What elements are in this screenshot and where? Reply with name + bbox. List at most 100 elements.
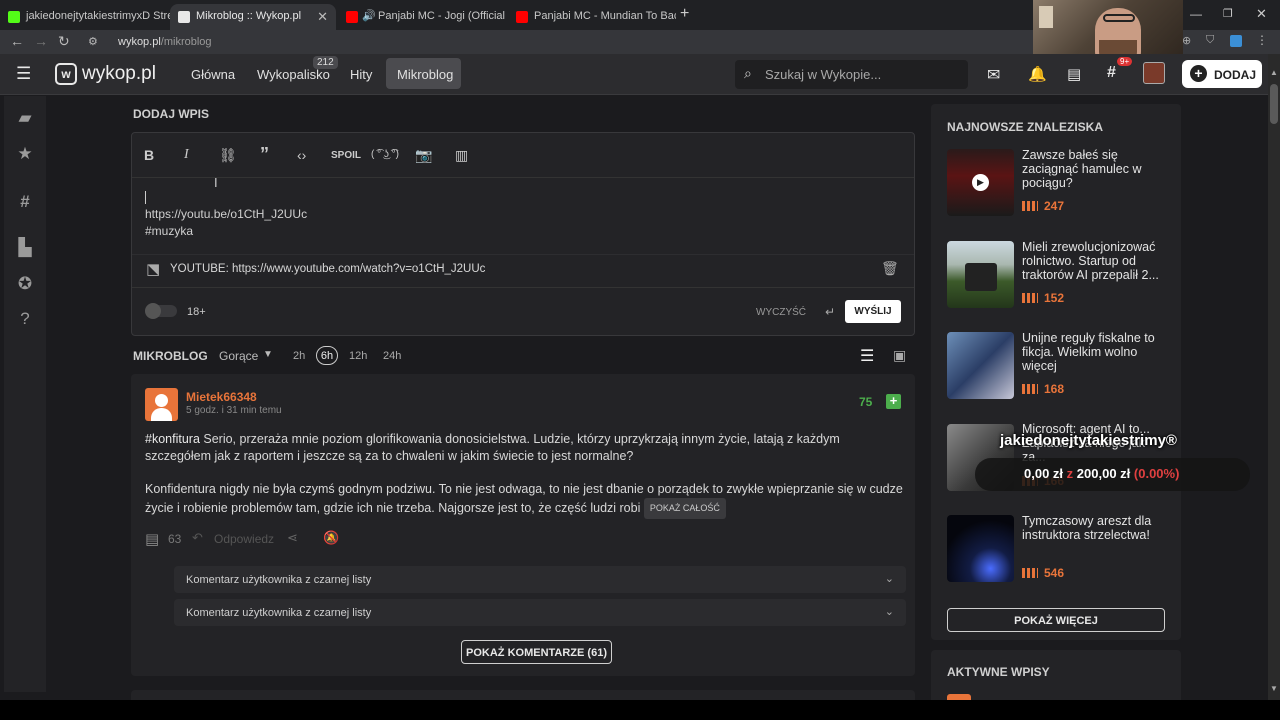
editor-line-tag[interactable]: #muzyka bbox=[145, 224, 193, 238]
newest-links-title: NAJNOWSZE ZNALEZISKA bbox=[947, 120, 1103, 134]
nav-wykopalisko[interactable]: Wykopalisko bbox=[257, 67, 330, 82]
shield-icon[interactable]: ⛉ bbox=[1206, 34, 1214, 47]
trash-icon[interactable]: 🗑 bbox=[881, 260, 899, 277]
chevron-down-icon[interactable]: ▼ bbox=[263, 349, 273, 360]
camera-icon[interactable]: 📷 bbox=[415, 147, 432, 164]
range-2h[interactable]: 2h bbox=[293, 350, 305, 362]
youtube-embed-link[interactable]: YOUTUBE: https://www.youtube.com/watch?v… bbox=[170, 263, 485, 275]
badge-icon[interactable]: ✪ bbox=[4, 274, 46, 294]
show-more-links-button[interactable]: POKAŻ WIĘCEJ bbox=[947, 608, 1165, 632]
share-icon[interactable]: ⋖ bbox=[287, 530, 298, 546]
hashtag-icon[interactable]: # bbox=[4, 192, 46, 212]
clear-button[interactable]: WYCZYŚĆ bbox=[756, 307, 806, 318]
reply-button[interactable]: Odpowiedz bbox=[214, 532, 274, 546]
notification-badge: 9+ bbox=[1117, 57, 1133, 66]
avatar[interactable] bbox=[145, 388, 178, 421]
range-6h-active[interactable]: 6h bbox=[316, 346, 338, 365]
link-title[interactable]: Mieli zrewolucjonizować rolnictwo. Start… bbox=[1022, 240, 1167, 282]
ranking-icon[interactable]: ▙ bbox=[4, 238, 46, 258]
reload-icon[interactable]: ↻ bbox=[58, 33, 70, 50]
bold-button[interactable]: B bbox=[144, 147, 154, 163]
left-rail: ▰ ★ # ▙ ✪ ? bbox=[4, 96, 46, 692]
site-settings-icon[interactable]: ⚙ bbox=[88, 35, 98, 48]
spoiler-button[interactable]: SPOIL bbox=[331, 150, 361, 161]
new-tab-icon[interactable]: + bbox=[680, 5, 689, 23]
close-tab-icon[interactable]: ✕ bbox=[317, 9, 328, 25]
search-input[interactable]: ⌕ Szukaj w Wykopie... bbox=[735, 60, 968, 89]
plus-vote-button[interactable]: + bbox=[886, 394, 901, 409]
forward-icon[interactable]: → bbox=[34, 33, 48, 49]
chevron-down-icon[interactable]: ⌄ bbox=[885, 605, 894, 618]
sort-dropdown[interactable]: Gorące bbox=[219, 349, 258, 363]
editor-line-url[interactable]: https://youtu.be/o1CtH_J2UUc bbox=[145, 207, 307, 221]
scroll-down-icon[interactable]: ▼ bbox=[1270, 684, 1278, 693]
code-icon[interactable]: ‹› bbox=[297, 147, 306, 163]
hamburger-menu-icon[interactable]: ☰ bbox=[16, 64, 31, 84]
i-beam-cursor-icon: I bbox=[214, 175, 218, 190]
range-12h[interactable]: 12h bbox=[349, 350, 367, 362]
chart-icon[interactable]: ▥ bbox=[455, 147, 468, 164]
link-title[interactable]: Tymczasowy areszt dla instruktora strzel… bbox=[1022, 514, 1167, 542]
address-bar[interactable]: ⚙ wykop.pl/mikroblog bbox=[84, 32, 1034, 52]
chevron-down-icon[interactable]: ⌄ bbox=[885, 572, 894, 585]
nav-mikroblog[interactable]: Mikroblog bbox=[397, 67, 453, 82]
send-button[interactable]: WYŚLIJ bbox=[845, 300, 901, 323]
close-window-icon[interactable]: ✕ bbox=[1256, 6, 1267, 22]
comments-count: 63 bbox=[168, 532, 182, 546]
link-thumbnail[interactable] bbox=[947, 515, 1014, 582]
bell-icon[interactable]: 🔔 bbox=[1028, 65, 1047, 83]
show-comments-button[interactable]: POKAŻ KOMENTARZE (61) bbox=[461, 640, 612, 664]
quote-icon[interactable]: ” bbox=[260, 144, 269, 165]
list-view-icon[interactable]: ☰ bbox=[860, 346, 874, 366]
add-button[interactable]: + DODAJ bbox=[1182, 60, 1262, 88]
show-more-button[interactable]: POKAŻ CAŁOŚĆ bbox=[643, 498, 726, 519]
browser-tab-youtube-2[interactable]: Panjabi MC - Mundian To Bach bbox=[508, 4, 676, 30]
menu-dots-icon[interactable]: ⋮ bbox=[1256, 33, 1268, 47]
post-time[interactable]: 5 godz. i 31 min temu bbox=[186, 405, 282, 416]
donation-progress: 0,00 zł z 200,00 zł (0.00%) bbox=[1024, 466, 1179, 481]
post-tag[interactable]: #konfitura bbox=[145, 432, 200, 446]
lenny-face-button[interactable]: ( ͡° ͜ʖ ͡°) bbox=[371, 149, 399, 160]
adult-toggle[interactable] bbox=[145, 303, 177, 319]
blocked-comment[interactable]: Komentarz użytkownika z czarnej listy ⌄ bbox=[174, 599, 906, 626]
nav-hity[interactable]: Hity bbox=[350, 67, 372, 82]
bell-off-icon[interactable]: 🔕 bbox=[323, 530, 339, 546]
star-icon[interactable]: ★ bbox=[4, 144, 46, 164]
wykop-home-icon[interactable]: ▰ bbox=[4, 108, 46, 128]
scrollbar-thumb[interactable] bbox=[1270, 84, 1278, 124]
italic-button[interactable]: I bbox=[184, 147, 189, 163]
hashtag-notifications-icon[interactable]: # bbox=[1107, 64, 1116, 82]
avatar-body bbox=[151, 408, 172, 421]
browser-tab-kick[interactable]: jakiedonejtytakiestrimyxD Strea bbox=[0, 4, 170, 30]
card-view-icon[interactable]: ▣ bbox=[893, 347, 906, 364]
author-link[interactable]: Mietek66348 bbox=[186, 390, 257, 404]
avatar[interactable] bbox=[1143, 62, 1165, 84]
add-button-label: DODAJ bbox=[1214, 68, 1257, 82]
link-title[interactable]: Zawsze bałeś się zaciągnąć hamulec w poc… bbox=[1022, 148, 1167, 190]
extension-icon[interactable]: ⊕ bbox=[1182, 34, 1191, 47]
mail-icon[interactable]: ✉ bbox=[987, 65, 1000, 85]
link-title[interactable]: Unijne reguły fiskalne to fikcja. Wielki… bbox=[1022, 331, 1167, 373]
browser-tab-youtube-1[interactable]: 🔊 Panjabi MC - Jogi (Official V bbox=[338, 4, 506, 30]
link-thumbnail[interactable]: ▶ bbox=[947, 149, 1014, 216]
tab-title: Panjabi MC - Jogi (Official V bbox=[378, 10, 506, 22]
help-icon[interactable]: ? bbox=[4, 309, 46, 329]
extension-s-icon[interactable] bbox=[1230, 35, 1242, 47]
comments-icon[interactable]: ▤ bbox=[145, 530, 159, 548]
link-icon[interactable]: ⛓ bbox=[219, 147, 237, 164]
flame-icon bbox=[1022, 201, 1038, 211]
nav-glowna[interactable]: Główna bbox=[191, 67, 235, 82]
reply-icon[interactable]: ↶ bbox=[192, 530, 203, 546]
youtube-icon bbox=[516, 11, 528, 23]
page-scrollbar[interactable]: ▲ ▼ bbox=[1268, 54, 1280, 700]
blocked-comment[interactable]: Komentarz użytkownika z czarnej listy ⌄ bbox=[174, 566, 906, 593]
browser-tab-wykop[interactable]: Mikroblog :: Wykop.pl ✕ bbox=[170, 4, 336, 30]
maximize-icon[interactable]: ❐ bbox=[1223, 7, 1233, 20]
link-thumbnail[interactable] bbox=[947, 241, 1014, 308]
minimize-icon[interactable]: — bbox=[1190, 7, 1202, 21]
back-icon[interactable]: ← bbox=[10, 33, 24, 49]
scroll-up-icon[interactable]: ▲ bbox=[1270, 68, 1278, 77]
range-24h[interactable]: 24h bbox=[383, 350, 401, 362]
chat-icon[interactable]: ▤ bbox=[1067, 65, 1081, 83]
link-thumbnail[interactable] bbox=[947, 332, 1014, 399]
